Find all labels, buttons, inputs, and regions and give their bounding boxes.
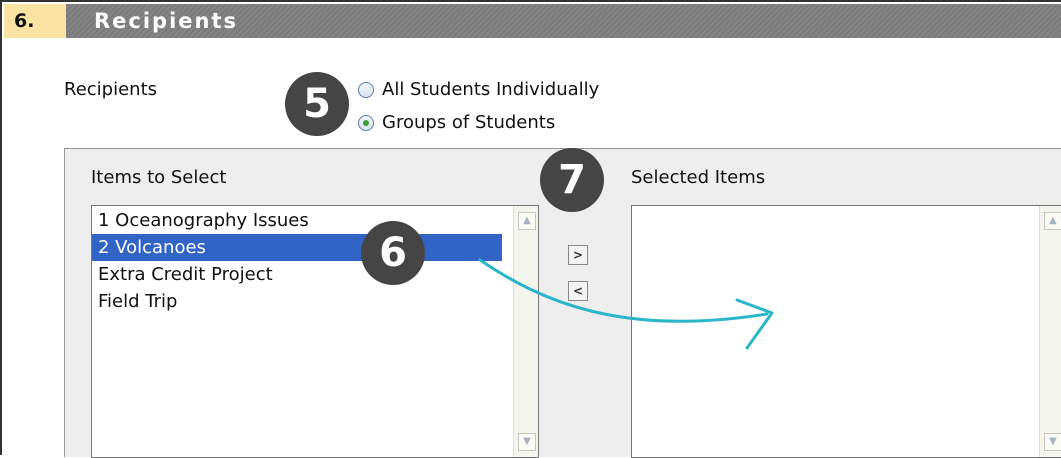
arrow-annotation	[478, 258, 774, 350]
callout-6: 6	[361, 221, 425, 285]
callout-7: 7	[540, 148, 604, 212]
arrow-curve	[478, 258, 769, 323]
recipients-section: 6. Recipients Recipients All Students In…	[0, 0, 1061, 458]
arrow-head-icon	[735, 298, 774, 350]
callout-5: 5	[285, 72, 349, 136]
